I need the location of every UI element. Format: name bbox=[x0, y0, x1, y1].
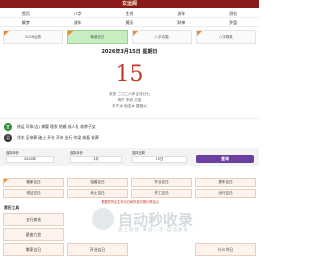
tool-link[interactable]: 搬家吉日 bbox=[3, 243, 64, 256]
pill-label: 领证吉日 bbox=[26, 191, 41, 195]
query-button[interactable]: 查询 bbox=[196, 155, 254, 163]
ji-row: 忌 伐木 至亲葬 破土 开仓 开市 出行 作梁 纳畜 安葬 bbox=[4, 134, 254, 142]
nav-item[interactable]: 测名 bbox=[207, 9, 259, 17]
year-label: 选择年份 bbox=[6, 151, 19, 155]
pill-label: 出行吉日 bbox=[218, 191, 233, 195]
tab-yunshi[interactable]: 2026运势 bbox=[3, 30, 64, 44]
yi-row: 宜 修运 司命(吉) 嫁娶 理发 结婚 成人礼 收养子女 bbox=[4, 123, 254, 131]
pill-label: 提车吉日 bbox=[218, 180, 233, 184]
divider bbox=[0, 118, 259, 119]
watermark-overlay: 自动秒收录 放上链接·来访一次·自动收录 bbox=[92, 206, 222, 236]
month-label: 选择月份 bbox=[70, 151, 83, 155]
auspicious-day-link[interactable]: 开工吉日 bbox=[131, 189, 192, 198]
wuxing-line: 天干水 地支木 属相火 bbox=[112, 104, 147, 108]
day-select[interactable]: 15日 bbox=[132, 156, 187, 163]
corner-flag-icon bbox=[68, 31, 74, 36]
watermark-subtitle: 放上链接·来访一次·自动收录 bbox=[118, 228, 189, 233]
nav-item[interactable]: 罗盘 bbox=[207, 18, 259, 26]
year-select[interactable]: 2026年 bbox=[6, 156, 54, 163]
tool-link[interactable]: 五行穿衣 bbox=[3, 213, 64, 226]
pill-label: 开工吉日 bbox=[154, 191, 169, 195]
tools-section-title: 黄历工具 bbox=[4, 205, 20, 210]
ji-badge-icon: 忌 bbox=[4, 134, 12, 142]
auspicious-day-link[interactable]: 领证吉日 bbox=[3, 189, 64, 198]
tool-link[interactable]: 什么节日 bbox=[195, 243, 256, 256]
auspicious-day-link[interactable]: 搬家吉日 bbox=[3, 178, 64, 187]
nav-item[interactable]: 解梦 bbox=[0, 18, 52, 26]
pill-label: 搬家吉日 bbox=[26, 180, 41, 184]
lunar-info: 农历 二〇二六年正月廿七 丙午 辛卯 己亥 天干水 地支木 属相火 bbox=[0, 91, 259, 109]
tool-cell-empty bbox=[131, 243, 192, 256]
date-query-bar: 选择年份 2026年 选择月份 3月 选择日期 15日 查询 bbox=[0, 148, 259, 166]
tool-link[interactable]: 开业吉日 bbox=[67, 243, 128, 256]
nav-item[interactable]: 黄历 bbox=[104, 18, 156, 26]
day-label: 选择日期 bbox=[132, 151, 145, 155]
corner-flag-icon bbox=[196, 31, 202, 36]
nav-item[interactable]: 流年 bbox=[52, 18, 104, 26]
pill-label: 动土吉日 bbox=[90, 191, 105, 195]
nav-item[interactable]: 流年 bbox=[155, 9, 207, 17]
auspicious-day-link[interactable]: 开业吉日 bbox=[131, 178, 192, 187]
corner-flag-icon bbox=[132, 31, 138, 36]
nav-item[interactable]: 八字 bbox=[52, 9, 104, 17]
feature-tabs: 2026运势 黄道吉日 八字合婚 八字精批 bbox=[0, 30, 259, 44]
date-headline: 2026年3月15日 星期日 bbox=[101, 49, 158, 55]
corner-flag-icon bbox=[4, 31, 9, 36]
tool-link[interactable]: 星座九宫 bbox=[3, 228, 64, 241]
month-select[interactable]: 3月 bbox=[70, 156, 122, 163]
nav-item[interactable]: 首页 bbox=[0, 9, 52, 17]
tools-row: 搬家吉日 开业吉日 什么节日 bbox=[3, 243, 256, 256]
tab-label: 八字合婚 bbox=[154, 35, 169, 39]
main-nav: 首页 八字 生肖 流年 测名 解梦 流年 黄历 财神 罗盘 bbox=[0, 9, 259, 28]
corner-flag-icon bbox=[4, 179, 8, 183]
pill-label: 结婚吉日 bbox=[90, 180, 105, 184]
auspicious-day-link[interactable]: 动土吉日 bbox=[67, 189, 128, 198]
auspicious-days-row: 搬家吉日 结婚吉日 开业吉日 提车吉日 bbox=[3, 178, 256, 187]
auspicious-day-link[interactable]: 提车吉日 bbox=[195, 178, 256, 187]
auspicious-day-link[interactable]: 结婚吉日 bbox=[67, 178, 128, 187]
tab-hehun[interactable]: 八字合婚 bbox=[131, 30, 192, 44]
nav-row: 首页 八字 生肖 流年 测名 bbox=[0, 9, 259, 18]
notice-text: 根据您的出生年月日和所选日期计算吉凶 bbox=[101, 200, 159, 204]
yi-badge-icon: 宜 bbox=[4, 123, 12, 131]
nav-item[interactable]: 财神 bbox=[155, 18, 207, 26]
yi-text: 修运 司命(吉) 嫁娶 理发 结婚 成人礼 收养子女 bbox=[17, 124, 96, 129]
auspicious-day-link[interactable]: 出行吉日 bbox=[195, 189, 256, 198]
tab-jingpi[interactable]: 八字精批 bbox=[195, 30, 256, 44]
pill-label: 开业吉日 bbox=[154, 180, 169, 184]
big-day-number: 15 bbox=[115, 62, 144, 87]
auspicious-days-row: 领证吉日 动土吉日 开工吉日 出行吉日 bbox=[3, 189, 256, 198]
app-title: 玄运阁 bbox=[121, 1, 137, 7]
tab-label: 2026运势 bbox=[25, 35, 42, 39]
nav-row: 解梦 流年 黄历 财神 罗盘 bbox=[0, 18, 259, 27]
nav-item[interactable]: 生肖 bbox=[104, 9, 156, 17]
tab-label: 八字精批 bbox=[218, 35, 233, 39]
tab-huangdao[interactable]: 黄道吉日 bbox=[67, 30, 128, 44]
app-title-bar: 玄运阁 bbox=[0, 0, 259, 8]
watermark-logo-icon bbox=[92, 208, 114, 230]
tab-label: 黄道吉日 bbox=[90, 35, 105, 39]
ji-text: 伐木 至亲葬 破土 开仓 开市 出行 作梁 纳畜 安葬 bbox=[17, 135, 99, 140]
